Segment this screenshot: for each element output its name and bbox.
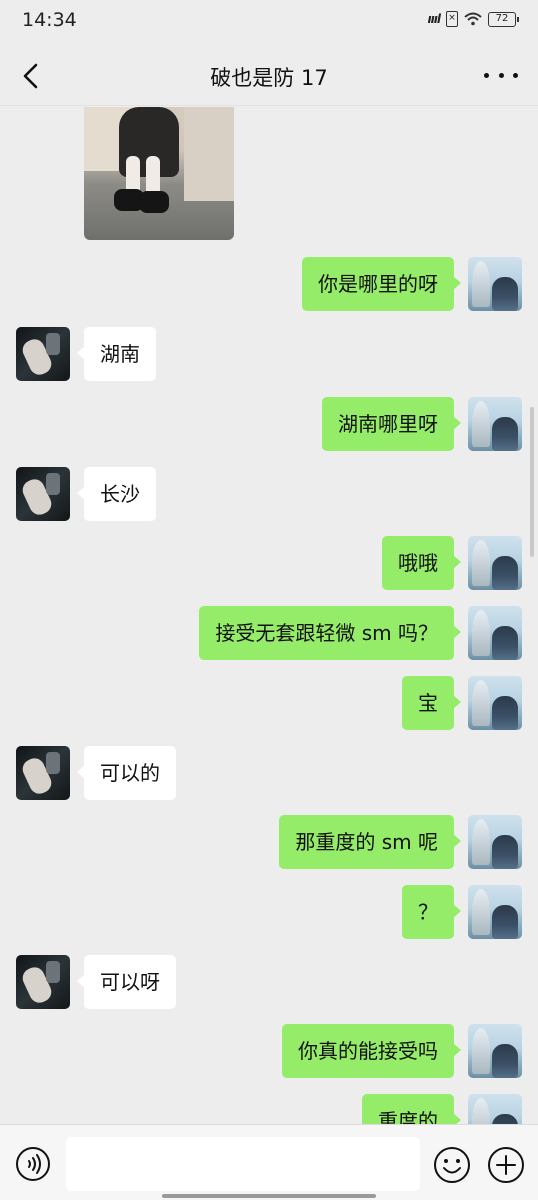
message-row: 那重度的 sm 呢	[279, 815, 522, 869]
message-bubble[interactable]: 你真的能接受吗	[282, 1024, 461, 1078]
message-row: 你是哪里的呀	[302, 257, 522, 311]
message-row: ？	[402, 885, 522, 939]
message-row: 湖南哪里呀	[322, 397, 522, 451]
message-bubble[interactable]: 接受无套跟轻微 sm 吗？	[199, 606, 461, 660]
avatar[interactable]	[16, 467, 70, 521]
plus-icon[interactable]	[487, 1146, 525, 1184]
sim-icon: ×	[446, 11, 458, 27]
avatar[interactable]	[468, 885, 522, 939]
message-input[interactable]	[66, 1137, 420, 1191]
message-row: 宝	[402, 676, 522, 730]
voice-icon[interactable]	[15, 1146, 51, 1182]
avatar[interactable]	[468, 815, 522, 869]
message-bubble[interactable]: 湖南	[77, 327, 156, 381]
message-bubble[interactable]: 长沙	[77, 467, 156, 521]
avatar[interactable]	[468, 257, 522, 311]
status-icons: ıııl × 72	[427, 11, 519, 27]
battery-icon: 72	[488, 11, 519, 27]
message-bubble[interactable]: 可以的	[77, 746, 176, 800]
message-bubble[interactable]: 宝	[402, 676, 461, 730]
avatar[interactable]	[468, 606, 522, 660]
status-bar: 14:34 ıııl × 72	[0, 0, 538, 44]
message-bubble[interactable]: 湖南哪里呀	[322, 397, 461, 451]
chat-area[interactable]: 你是哪里的呀 湖南 湖南哪里呀 长沙 哦哦 接受无套跟轻微 sm 吗？ 宝 可以…	[0, 107, 538, 1125]
message-row: 可以的	[16, 746, 176, 800]
message-bubble[interactable]: ？	[402, 885, 461, 939]
message-row: 可以呀	[16, 955, 176, 1009]
avatar[interactable]	[468, 397, 522, 451]
message-row: 重度的	[362, 1094, 522, 1125]
message-row: 哦哦	[382, 536, 522, 590]
wifi-icon	[464, 12, 482, 26]
avatar[interactable]	[468, 1024, 522, 1078]
message-row: 湖南	[16, 327, 156, 381]
status-time: 14:34	[22, 9, 77, 31]
emoji-icon[interactable]	[433, 1146, 471, 1184]
avatar[interactable]	[468, 676, 522, 730]
message-bubble[interactable]: 那重度的 sm 呢	[279, 815, 461, 869]
nav-bar: 破也是防 17	[0, 44, 538, 106]
image-message[interactable]	[84, 107, 234, 240]
message-bubble[interactable]: 重度的	[362, 1094, 461, 1125]
scrollbar[interactable]	[530, 407, 534, 557]
input-bar	[0, 1124, 538, 1200]
avatar[interactable]	[16, 955, 70, 1009]
avatar[interactable]	[16, 327, 70, 381]
chat-title: 破也是防 17	[210, 66, 328, 90]
message-bubble[interactable]: 可以呀	[77, 955, 176, 1009]
home-indicator	[162, 1194, 376, 1198]
avatar[interactable]	[468, 1094, 522, 1125]
more-dots-icon[interactable]	[484, 62, 518, 88]
avatar[interactable]	[16, 746, 70, 800]
message-row: 你真的能接受吗	[282, 1024, 522, 1078]
avatar[interactable]	[468, 536, 522, 590]
message-row: 接受无套跟轻微 sm 吗？	[199, 606, 522, 660]
message-bubble[interactable]: 哦哦	[382, 536, 461, 590]
signal-icon: ıııl	[427, 12, 441, 26]
message-row: 长沙	[16, 467, 156, 521]
message-bubble[interactable]: 你是哪里的呀	[302, 257, 461, 311]
